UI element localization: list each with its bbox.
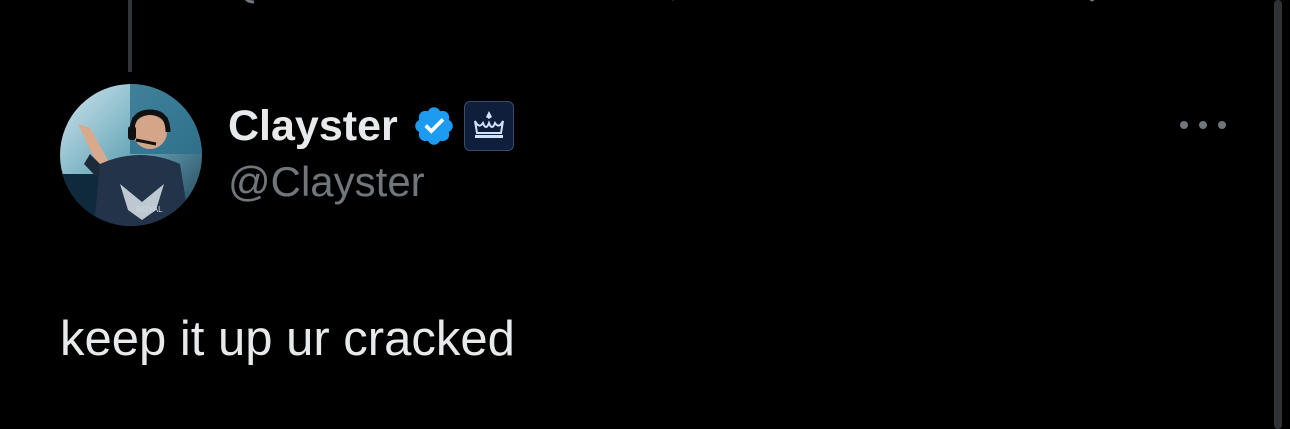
dot bbox=[1218, 121, 1226, 129]
reply-icon[interactable] bbox=[240, 0, 268, 8]
tweet-text: keep it up ur cracked bbox=[60, 312, 515, 366]
crown-badge-icon bbox=[473, 111, 504, 138]
like-icon[interactable] bbox=[660, 0, 688, 8]
action-bar-partial bbox=[0, 0, 1290, 10]
thread-connector-line bbox=[128, 0, 132, 72]
profile-avatar-image: ROYAL bbox=[60, 84, 202, 226]
tweet-header: Clayster @Clayster bbox=[228, 98, 514, 206]
views-icon[interactable] bbox=[862, 0, 890, 8]
avatar[interactable]: ROYAL bbox=[60, 84, 202, 226]
more-options-icon[interactable] bbox=[1180, 112, 1226, 138]
dot bbox=[1180, 121, 1188, 129]
bookmark-icon[interactable] bbox=[1078, 0, 1106, 8]
affiliate-badge[interactable] bbox=[463, 101, 514, 151]
display-name[interactable]: Clayster bbox=[228, 102, 398, 151]
name-row: Clayster bbox=[228, 98, 514, 154]
share-icon[interactable] bbox=[1186, 0, 1214, 8]
svg-text:ROYAL: ROYAL bbox=[136, 205, 163, 214]
user-handle[interactable]: @Clayster bbox=[228, 158, 514, 206]
verified-badge-icon[interactable] bbox=[412, 104, 456, 148]
scrollbar[interactable] bbox=[1274, 0, 1282, 429]
dot bbox=[1199, 121, 1207, 129]
